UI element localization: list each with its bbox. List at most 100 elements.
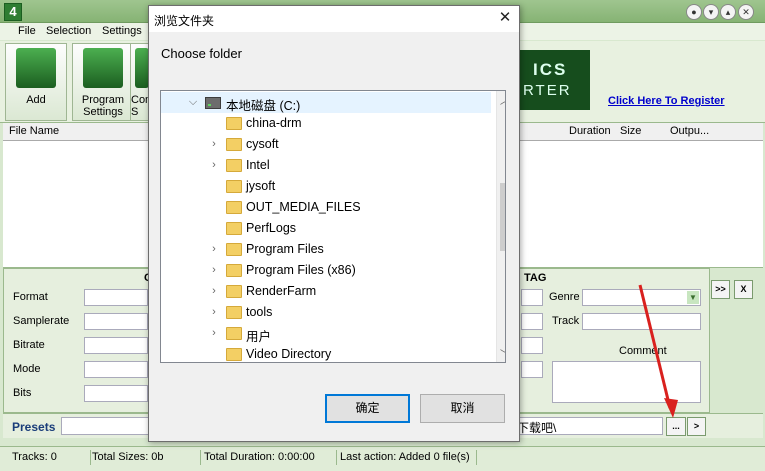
restore-button[interactable]: ▴ — [720, 4, 736, 20]
chevron-right-icon[interactable]: › — [209, 285, 219, 297]
tree-row-folder[interactable]: › Program Files (x86) — [161, 260, 491, 281]
mode-label: Mode — [13, 363, 41, 375]
status-total-sizes: Total Sizes: 0b — [88, 450, 201, 465]
folder-label: PerfLogs — [246, 221, 297, 235]
tag-field-4[interactable] — [521, 361, 543, 378]
folder-icon — [226, 201, 242, 214]
program-settings-label: Program Settings — [81, 94, 125, 118]
chevron-right-icon[interactable]: › — [209, 138, 219, 150]
folder-label: Intel — [246, 158, 270, 172]
add-button[interactable]: Add — [5, 43, 67, 121]
tree-row-folder[interactable]: Video Directory — [161, 344, 491, 362]
tree-row-folder[interactable]: › tools — [161, 302, 491, 323]
settings-tools-icon — [83, 48, 123, 88]
cancel-button[interactable]: 取消 — [420, 394, 505, 423]
folder-icon — [226, 285, 242, 298]
col-size[interactable]: Size — [620, 125, 641, 137]
track-label: Track — [552, 315, 580, 327]
status-tracks: Tracks: 0 — [8, 450, 91, 465]
program-settings-button[interactable]: Program Settings — [72, 43, 134, 121]
drive-label: 本地磁盘 (C:) — [226, 99, 301, 113]
scroll-down-icon[interactable]: ﹀ — [500, 347, 505, 360]
scrollbar-thumb[interactable] — [500, 183, 505, 251]
tree-row-folder[interactable]: jysoft — [161, 176, 491, 197]
folder-icon — [226, 180, 242, 193]
tree-row-folder[interactable]: › RenderFarm — [161, 281, 491, 302]
move-right-button[interactable]: >> — [711, 280, 730, 299]
tree-row-folder[interactable]: › Program Files — [161, 239, 491, 260]
logo-text-bottom: RTER — [523, 82, 572, 99]
bits-label: Bits — [13, 387, 32, 399]
chevron-right-icon[interactable]: › — [209, 264, 219, 276]
folder-label: OUT_MEDIA_FILES — [246, 200, 361, 214]
chevron-right-icon[interactable]: › — [209, 327, 219, 339]
chevron-right-icon[interactable]: › — [209, 159, 219, 171]
menu-selection[interactable]: Selection — [46, 25, 91, 37]
chevron-down-icon[interactable]: ⌵ — [188, 96, 198, 109]
status-bar: Tracks: 0 Total Sizes: 0b Total Duration… — [0, 446, 765, 471]
tree-row-folder[interactable]: OUT_MEDIA_FILES — [161, 197, 491, 218]
annotation-arrow — [638, 284, 678, 418]
col-duration[interactable]: Duration — [569, 125, 611, 137]
register-link[interactable]: Click Here To Register — [608, 95, 725, 107]
tree-row-folder[interactable]: › Intel — [161, 155, 491, 176]
bitrate-field[interactable] — [84, 337, 148, 354]
folder-icon — [226, 243, 242, 256]
minimize-button[interactable]: ● — [686, 4, 702, 20]
tag-heading: TAG — [524, 272, 547, 284]
output-path-text: 下载吧\ — [517, 421, 557, 435]
browse-folder-dialog: 浏览文件夹 ✕ Choose folder ⌵ 本地磁盘 (C:) china-… — [148, 5, 520, 442]
folder-label: 用户 — [246, 330, 272, 344]
status-total-duration: Total Duration: 0:00:00 — [200, 450, 337, 465]
tree-row-folder[interactable]: › cysoft — [161, 134, 491, 155]
genre-label: Genre — [549, 291, 580, 303]
chevron-right-icon[interactable]: › — [209, 306, 219, 318]
dropdown-window-button[interactable]: ▾ — [703, 4, 719, 20]
tag-field-3[interactable] — [521, 337, 543, 354]
presets-label: Presets — [12, 420, 56, 434]
folder-icon — [226, 159, 242, 172]
add-label: Add — [26, 94, 46, 106]
tag-field-2[interactable] — [521, 313, 543, 330]
status-last-action: Last action: Added 0 file(s) — [336, 450, 477, 465]
format-field[interactable] — [84, 289, 148, 306]
folder-label: cysoft — [246, 137, 279, 151]
menu-file[interactable]: File — [18, 25, 36, 37]
add-music-icon — [16, 48, 56, 88]
logo-text-top: ICS — [533, 60, 568, 79]
folder-label: tools — [246, 305, 273, 319]
col-output[interactable]: Outpu... — [670, 125, 709, 137]
folder-label: Video Directory — [246, 347, 332, 361]
tree-row-folder[interactable]: › 用户 — [161, 323, 491, 344]
col-file-name[interactable]: File Name — [9, 125, 59, 137]
dialog-prompt: Choose folder — [161, 46, 242, 61]
folder-label: jysoft — [246, 179, 276, 193]
folder-icon — [226, 117, 242, 130]
samplerate-field[interactable] — [84, 313, 148, 330]
bits-field[interactable] — [84, 385, 148, 402]
com-button[interactable]: Com S — [130, 43, 150, 121]
scroll-up-icon[interactable]: ︿ — [500, 94, 505, 107]
folder-icon — [226, 348, 242, 361]
tag-field-1[interactable] — [521, 289, 543, 306]
menu-settings[interactable]: Settings — [102, 25, 142, 37]
folder-label: china-drm — [246, 116, 302, 130]
folder-icon — [226, 327, 242, 340]
chevron-right-icon[interactable]: › — [209, 243, 219, 255]
folder-tree[interactable]: ⌵ 本地磁盘 (C:) china-drm › cysoft › Intel jysoft… — [160, 90, 506, 363]
close-app-button[interactable]: ✕ — [738, 4, 754, 20]
dialog-close-button[interactable]: ✕ — [496, 9, 514, 27]
format-label: Format — [13, 291, 48, 303]
ok-button[interactable]: 确定 — [325, 394, 410, 423]
drive-icon — [205, 97, 221, 109]
app-logo: ICS RTER — [515, 50, 590, 110]
dialog-title: 浏览文件夹 — [154, 14, 215, 28]
tree-row-folder[interactable]: china-drm — [161, 113, 491, 134]
folder-icon — [226, 222, 242, 235]
tree-row-drive[interactable]: ⌵ 本地磁盘 (C:) — [161, 92, 491, 113]
com-icon — [135, 48, 149, 88]
tree-row-folder[interactable]: PerfLogs — [161, 218, 491, 239]
clear-button[interactable]: X — [734, 280, 753, 299]
mode-field[interactable] — [84, 361, 148, 378]
folder-icon — [226, 306, 242, 319]
